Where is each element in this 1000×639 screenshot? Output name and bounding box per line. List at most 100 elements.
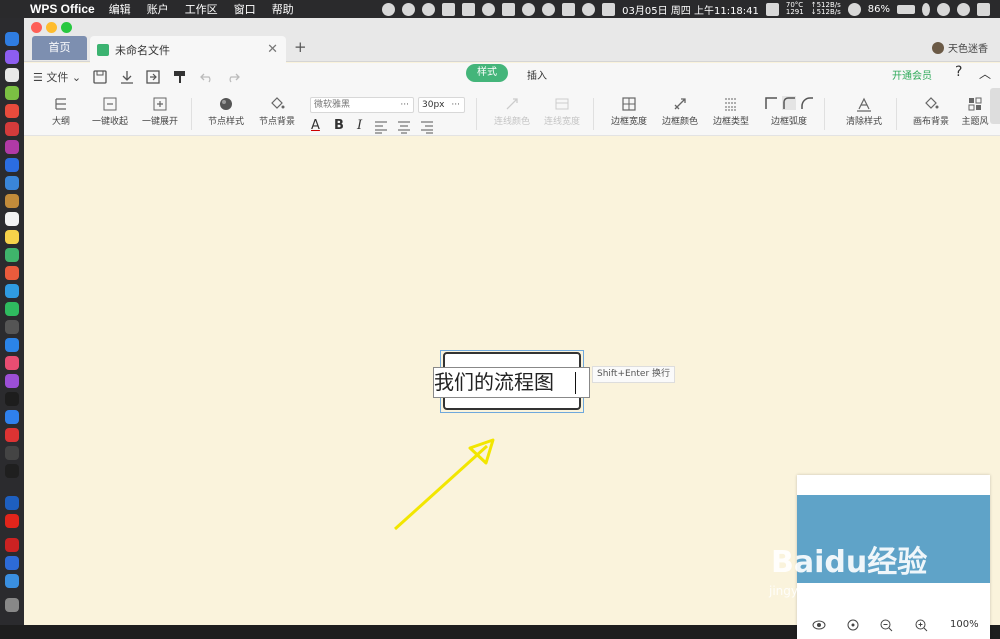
dock-app-icon[interactable] bbox=[5, 194, 19, 208]
dock-app-icon[interactable] bbox=[5, 122, 19, 136]
dock-app-icon[interactable] bbox=[5, 446, 19, 460]
close-window-button[interactable] bbox=[31, 22, 42, 33]
calendar-icon[interactable] bbox=[602, 2, 616, 16]
clear-style-button[interactable]: 清除样式 bbox=[842, 93, 886, 127]
border-color-button[interactable]: 边框颜色 bbox=[658, 93, 702, 127]
menu-window[interactable]: 窗口 bbox=[234, 1, 256, 17]
download-icon[interactable] bbox=[120, 70, 134, 84]
dock-app-icon[interactable] bbox=[5, 50, 19, 64]
dock-app-icon[interactable] bbox=[5, 374, 19, 388]
dock-app-icon[interactable] bbox=[5, 428, 19, 442]
tray-icon[interactable] bbox=[502, 2, 516, 16]
align-center-icon[interactable] bbox=[397, 120, 411, 134]
square-corner-icon[interactable] bbox=[764, 96, 778, 110]
battery-icon[interactable] bbox=[897, 4, 915, 14]
italic-button[interactable]: I bbox=[357, 118, 362, 133]
font-size-select[interactable]: 30px ··· bbox=[418, 97, 465, 113]
redo-icon[interactable] bbox=[226, 70, 240, 84]
dock-app-icon[interactable] bbox=[5, 176, 19, 190]
dock-app-icon[interactable] bbox=[5, 338, 19, 352]
border-width-button[interactable]: 边框宽度 bbox=[607, 93, 651, 127]
user-account[interactable]: 天色迷香 bbox=[932, 40, 988, 55]
music-icon[interactable] bbox=[542, 2, 556, 16]
save-icon[interactable] bbox=[93, 70, 107, 84]
tray-icon[interactable] bbox=[422, 2, 436, 16]
node-text[interactable]: 我们的流程图 bbox=[434, 367, 554, 397]
volume-icon[interactable] bbox=[937, 2, 950, 16]
dock-app-icon[interactable] bbox=[5, 392, 19, 406]
help-button[interactable]: ? bbox=[955, 64, 962, 80]
border-radius-button[interactable]: 边框弧度 bbox=[762, 93, 816, 127]
mindmap-canvas[interactable]: 我们的流程图 Shift+Enter 换行 100% Baidu经验 jingy… bbox=[24, 137, 990, 639]
dock-app-icon[interactable] bbox=[5, 248, 19, 262]
dock-app-icon[interactable] bbox=[5, 556, 19, 570]
dock-app-icon[interactable] bbox=[5, 496, 19, 510]
dock-app-icon[interactable] bbox=[5, 302, 19, 316]
menu-list-icon[interactable] bbox=[977, 2, 990, 16]
outline-button[interactable]: 大纲 bbox=[46, 93, 76, 127]
expand-all-button[interactable]: 一键展开 bbox=[140, 93, 180, 127]
dock-app-icon[interactable] bbox=[5, 86, 19, 100]
menubar-datetime[interactable]: 03月05日 周四 上午11:18:41 bbox=[622, 2, 759, 17]
undo-icon[interactable] bbox=[200, 70, 214, 84]
node-style-button[interactable]: 节点样式 bbox=[206, 93, 246, 127]
border-type-button[interactable]: 边框类型 bbox=[709, 93, 753, 127]
zoom-window-button[interactable] bbox=[61, 22, 72, 33]
font-color-button[interactable]: A bbox=[311, 118, 320, 133]
line-color-button[interactable]: 连线颜色 bbox=[490, 93, 534, 127]
align-right-icon[interactable] bbox=[420, 120, 434, 134]
globe-icon[interactable] bbox=[522, 2, 536, 16]
round-corner-icon[interactable] bbox=[800, 96, 814, 110]
dock-app-icon[interactable] bbox=[5, 574, 19, 588]
tab-style[interactable]: 样式 bbox=[466, 64, 508, 82]
dock-app-icon[interactable] bbox=[5, 538, 19, 552]
dock-app-icon[interactable] bbox=[5, 514, 19, 528]
dock-app-icon[interactable] bbox=[5, 212, 19, 226]
minimize-window-button[interactable] bbox=[46, 22, 57, 33]
collapse-all-button[interactable]: 一键收起 bbox=[90, 93, 130, 127]
eye-icon[interactable] bbox=[812, 619, 826, 634]
download-icon[interactable] bbox=[442, 2, 456, 16]
dock-app-icon[interactable] bbox=[5, 140, 19, 154]
collapse-toolbar-icon[interactable]: ︿ bbox=[979, 65, 991, 82]
dock-app-icon[interactable] bbox=[5, 230, 19, 244]
message-icon[interactable] bbox=[562, 2, 576, 16]
menu-account[interactable]: 账户 bbox=[147, 1, 169, 17]
tray-icon[interactable] bbox=[765, 2, 779, 16]
theme-button[interactable]: 主题风 bbox=[960, 93, 990, 127]
trash-icon[interactable] bbox=[5, 598, 19, 612]
upgrade-vip-link[interactable]: 开通会员 bbox=[892, 67, 932, 82]
dock-app-icon[interactable] bbox=[5, 158, 19, 172]
star-icon[interactable] bbox=[957, 2, 970, 16]
dock-app-icon[interactable] bbox=[5, 32, 19, 46]
export-icon[interactable] bbox=[146, 70, 160, 84]
tab-home[interactable]: 首页 bbox=[32, 36, 87, 60]
line-width-button[interactable]: 连线宽度 bbox=[540, 93, 584, 127]
bold-button[interactable]: B bbox=[334, 118, 344, 133]
dock-app-icon[interactable] bbox=[5, 410, 19, 424]
tray-icon[interactable] bbox=[402, 2, 416, 16]
small-round-corner-icon[interactable] bbox=[782, 96, 796, 110]
tray-icon[interactable] bbox=[462, 2, 476, 16]
tray-icon[interactable] bbox=[482, 2, 496, 16]
tray-icon[interactable] bbox=[382, 2, 396, 16]
tab-insert[interactable]: 插入 bbox=[527, 67, 547, 82]
align-left-icon[interactable] bbox=[374, 120, 388, 134]
dock-app-icon[interactable] bbox=[5, 284, 19, 298]
new-tab-button[interactable]: + bbox=[294, 38, 307, 56]
dock-app-icon[interactable] bbox=[5, 68, 19, 82]
menu-help[interactable]: 帮助 bbox=[272, 1, 294, 17]
tray-icon[interactable] bbox=[847, 2, 861, 16]
format-painter-icon[interactable] bbox=[173, 70, 187, 84]
file-menu-button[interactable]: ☰ 文件 ⌄ bbox=[33, 69, 81, 85]
speed-icon[interactable] bbox=[582, 2, 596, 16]
node-background-button[interactable]: 节点背景 bbox=[257, 93, 297, 127]
app-name-menu[interactable]: WPS Office bbox=[30, 2, 95, 16]
locate-center-icon[interactable] bbox=[847, 619, 859, 634]
dock-app-icon[interactable] bbox=[5, 320, 19, 334]
menu-workspace[interactable]: 工作区 bbox=[185, 1, 218, 17]
zoom-in-icon[interactable] bbox=[915, 619, 928, 635]
apple-icon[interactable] bbox=[10, 2, 24, 16]
dock-app-icon[interactable] bbox=[5, 356, 19, 370]
toolbar-scroll-button[interactable] bbox=[990, 88, 1000, 124]
